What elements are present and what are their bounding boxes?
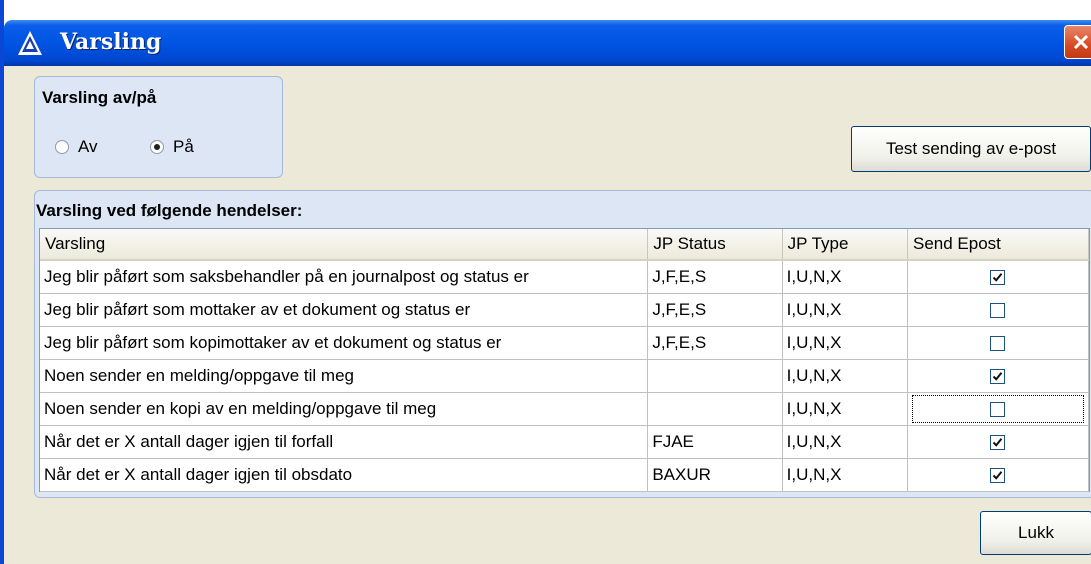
- send-epost-checkbox[interactable]: [990, 401, 1006, 417]
- cell-jp-type: I,U,N,X: [782, 392, 908, 426]
- window-title: Varsling: [60, 29, 162, 55]
- cell-jp-status: J,F,E,S: [647, 260, 783, 294]
- cell-varsling: Jeg blir påført som kopimottaker av et d…: [40, 326, 649, 360]
- cell-jp-type: I,U,N,X: [782, 260, 908, 294]
- send-epost-checkbox[interactable]: [990, 335, 1006, 351]
- close-button[interactable]: Lukk: [980, 511, 1091, 555]
- cell-send-epost: [907, 260, 1090, 294]
- radio-pa-circle[interactable]: [150, 140, 164, 154]
- radio-av[interactable]: Av: [55, 137, 98, 157]
- cell-jp-type: I,U,N,X: [782, 458, 908, 492]
- table-row[interactable]: Jeg blir påført som saksbehandler på en …: [40, 260, 1090, 294]
- table-row[interactable]: Noen sender en kopi av en melding/oppgav…: [40, 392, 1090, 426]
- cell-varsling: Når det er X antall dager igjen til obsd…: [40, 458, 649, 492]
- cell-varsling: Noen sender en kopi av en melding/oppgav…: [40, 392, 649, 426]
- cell-jp-status: J,F,E,S: [647, 293, 783, 327]
- cell-jp-status: FJAE: [647, 425, 783, 459]
- dialog-window: Varsling Varsling av/på Av På Test sendi…: [0, 0, 1091, 564]
- cell-jp-type: I,U,N,X: [782, 326, 908, 360]
- radio-av-label: Av: [78, 137, 98, 156]
- cell-jp-status: [647, 359, 783, 393]
- send-epost-checkbox[interactable]: [990, 368, 1006, 384]
- events-grid[interactable]: Varsling JP Status JP Type Send Epost Je…: [39, 228, 1090, 492]
- app-logo-icon: [17, 30, 43, 56]
- checkmark-icon: [993, 371, 1003, 381]
- cell-send-epost: [907, 326, 1090, 360]
- cell-jp-status: BAXUR: [647, 458, 783, 492]
- cell-send-epost: [907, 392, 1090, 426]
- cell-varsling: Jeg blir påført som saksbehandler på en …: [40, 260, 649, 294]
- table-row[interactable]: Jeg blir påført som kopimottaker av et d…: [40, 326, 1090, 360]
- checkmark-icon: [993, 437, 1003, 447]
- focus-rectangle: [911, 394, 1084, 423]
- table-row[interactable]: Noen sender en melding/oppgave til meg I…: [40, 359, 1090, 393]
- toggle-groupbox: Varsling av/på Av På: [34, 76, 283, 178]
- send-epost-checkbox[interactable]: [990, 467, 1006, 483]
- column-header-jp-status[interactable]: JP Status: [647, 229, 783, 261]
- table-row[interactable]: Når det er X antall dager igjen til obsd…: [40, 458, 1090, 492]
- cell-send-epost: [907, 458, 1090, 492]
- title-bar[interactable]: Varsling: [4, 0, 1091, 66]
- table-row[interactable]: Når det er X antall dager igjen til forf…: [40, 425, 1090, 459]
- cell-send-epost: [907, 359, 1090, 393]
- radio-pa[interactable]: På: [150, 137, 194, 157]
- cell-varsling: Når det er X antall dager igjen til forf…: [40, 425, 649, 459]
- cell-jp-type: I,U,N,X: [782, 425, 908, 459]
- checkmark-icon: [993, 272, 1003, 282]
- send-epost-checkbox[interactable]: [990, 434, 1006, 450]
- send-epost-checkbox[interactable]: [990, 302, 1006, 318]
- cell-jp-type: I,U,N,X: [782, 359, 908, 393]
- cell-send-epost: [907, 425, 1090, 459]
- cell-jp-status: [647, 392, 783, 426]
- table-row[interactable]: Jeg blir påført som mottaker av et dokum…: [40, 293, 1090, 327]
- checkmark-icon: [993, 470, 1003, 480]
- events-table: Varsling JP Status JP Type Send Epost Je…: [40, 229, 1090, 492]
- column-header-send-epost[interactable]: Send Epost: [907, 229, 1090, 261]
- toggle-group-title: Varsling av/på: [42, 88, 157, 107]
- cell-jp-status: J,F,E,S: [647, 326, 783, 360]
- radio-av-circle[interactable]: [55, 140, 69, 154]
- cell-send-epost: [907, 293, 1090, 327]
- close-window-button[interactable]: [1064, 25, 1091, 59]
- column-header-varsling[interactable]: Varsling: [40, 229, 649, 261]
- cell-varsling: Jeg blir påført som mottaker av et dokum…: [40, 293, 649, 327]
- table-header-row: Varsling JP Status JP Type Send Epost: [40, 229, 1090, 261]
- cell-varsling: Noen sender en melding/oppgave til meg: [40, 359, 649, 393]
- cell-jp-type: I,U,N,X: [782, 293, 908, 327]
- test-email-button[interactable]: Test sending av e-post: [851, 126, 1091, 172]
- events-group-title: Varsling ved følgende hendelser:: [36, 201, 303, 220]
- send-epost-checkbox[interactable]: [990, 269, 1006, 285]
- column-header-jp-type[interactable]: JP Type: [782, 229, 908, 261]
- radio-pa-label: På: [173, 137, 194, 156]
